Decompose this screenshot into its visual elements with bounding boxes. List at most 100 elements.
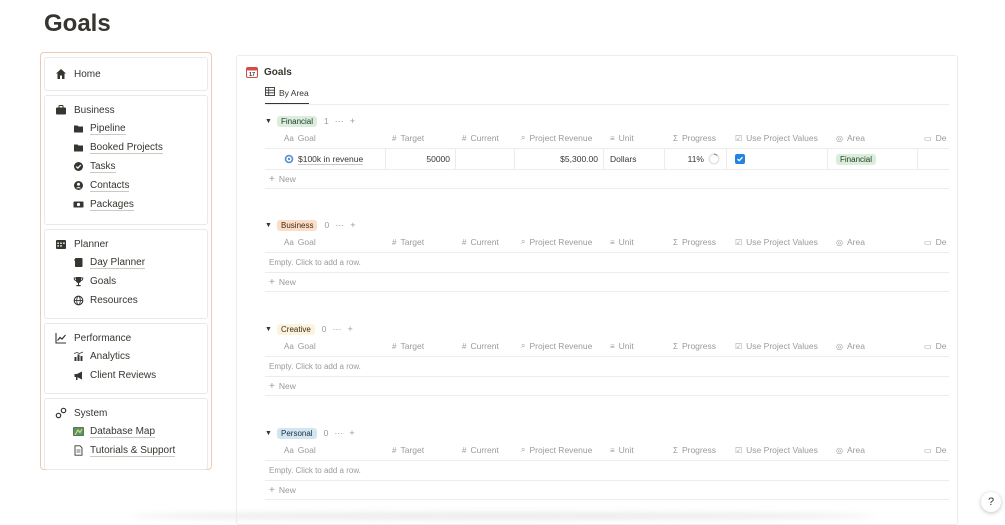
sidebar-item-system[interactable]: System bbox=[55, 405, 197, 421]
column-header-date[interactable]: ▭ De bbox=[918, 440, 957, 460]
column-header-area[interactable]: ◎ Area bbox=[828, 440, 918, 460]
column-header-use[interactable]: ☑ Use Project Values bbox=[727, 232, 828, 252]
column-header-revenue[interactable]: ⌕ Project Revenue bbox=[515, 440, 604, 460]
column-header-unit[interactable]: ≡ Unit bbox=[604, 440, 665, 460]
column-header-label: Target bbox=[400, 445, 425, 455]
cell-area[interactable]: Financial bbox=[828, 149, 918, 169]
toggle-triangle-icon[interactable]: ▼ bbox=[265, 430, 275, 437]
sidebar-item-contacts[interactable]: Contacts bbox=[55, 176, 197, 195]
column-header-unit[interactable]: ≡ Unit bbox=[604, 232, 665, 252]
toggle-triangle-icon[interactable]: ▼ bbox=[265, 222, 275, 229]
empty-placeholder[interactable]: Empty. Click to add a row. bbox=[265, 357, 949, 377]
sidebar-section-planner: Planner Day Planner Goals Resources bbox=[44, 229, 208, 319]
column-header-current[interactable]: # Current bbox=[456, 232, 515, 252]
column-type-icon: Aa bbox=[284, 341, 294, 351]
column-header-target[interactable]: # Target bbox=[386, 232, 456, 252]
more-icon[interactable]: ··· bbox=[335, 220, 344, 230]
new-row-button[interactable]: + New bbox=[265, 377, 949, 396]
column-header-current[interactable]: # Current bbox=[456, 128, 515, 148]
column-type-icon: ⌕ bbox=[521, 237, 526, 246]
column-header-progress[interactable]: Σ Progress bbox=[665, 336, 727, 356]
column-header-date[interactable]: ▭ De bbox=[918, 128, 957, 148]
cell-date[interactable] bbox=[918, 149, 957, 169]
column-header-target[interactable]: # Target bbox=[386, 336, 456, 356]
new-row-button[interactable]: + New bbox=[265, 170, 949, 189]
cell-use-project-values[interactable] bbox=[727, 149, 828, 169]
column-header-use[interactable]: ☑ Use Project Values bbox=[727, 128, 828, 148]
empty-placeholder[interactable]: Empty. Click to add a row. bbox=[265, 461, 949, 481]
sidebar-item-tutorials[interactable]: Tutorials & Support bbox=[55, 441, 197, 460]
more-icon[interactable]: ··· bbox=[333, 324, 342, 334]
column-header-current[interactable]: # Current bbox=[456, 440, 515, 460]
toggle-triangle-icon[interactable]: ▼ bbox=[265, 118, 275, 125]
table-icon bbox=[265, 87, 275, 98]
column-header-use[interactable]: ☑ Use Project Values bbox=[727, 336, 828, 356]
cell-current[interactable] bbox=[456, 149, 515, 169]
column-header-revenue[interactable]: ⌕ Project Revenue bbox=[515, 128, 604, 148]
column-header-label: De bbox=[935, 237, 947, 247]
column-header-current[interactable]: # Current bbox=[456, 336, 515, 356]
column-header-revenue[interactable]: ⌕ Project Revenue bbox=[515, 336, 604, 356]
toggle-triangle-icon[interactable]: ▼ bbox=[265, 326, 275, 333]
cell-project-revenue[interactable]: $5,300.00 bbox=[515, 149, 604, 169]
new-row-button[interactable]: + New bbox=[265, 273, 949, 292]
sidebar-item-label: Client Reviews bbox=[90, 370, 157, 381]
add-icon[interactable]: + bbox=[349, 428, 354, 438]
sidebar-item-analytics[interactable]: Analytics bbox=[55, 347, 197, 366]
column-header-label: Area bbox=[846, 445, 865, 455]
column-header-progress[interactable]: Σ Progress bbox=[665, 440, 727, 460]
database-title-text: Goals bbox=[264, 66, 292, 78]
add-icon[interactable]: + bbox=[350, 220, 355, 230]
tab-by-area[interactable]: By Area bbox=[265, 87, 309, 104]
table-row[interactable]: $100k in revenue 50000 $5,300.00 Dollars 11%… bbox=[265, 149, 949, 170]
sidebar-item-packages[interactable]: Packages bbox=[55, 195, 197, 214]
sidebar-item-home[interactable]: Home bbox=[55, 66, 101, 82]
megaphone-icon bbox=[73, 370, 84, 381]
cell-unit[interactable]: Dollars bbox=[604, 149, 665, 169]
column-header-date[interactable]: ▭ De bbox=[918, 336, 957, 356]
column-header-label: Area bbox=[846, 341, 865, 351]
add-icon[interactable]: + bbox=[350, 116, 355, 126]
user-circle-icon bbox=[73, 180, 84, 191]
column-header-target[interactable]: # Target bbox=[386, 440, 456, 460]
empty-placeholder[interactable]: Empty. Click to add a row. bbox=[265, 253, 949, 273]
sidebar-item-database-map[interactable]: Database Map bbox=[55, 422, 197, 441]
column-header-use[interactable]: ☑ Use Project Values bbox=[727, 440, 828, 460]
column-header-date[interactable]: ▭ De bbox=[918, 232, 957, 252]
sidebar-item-planner[interactable]: Planner bbox=[55, 236, 197, 252]
database-title[interactable]: 17 Goals bbox=[246, 66, 292, 78]
cell-goal[interactable]: $100k in revenue bbox=[265, 149, 386, 169]
column-header-progress[interactable]: Σ Progress bbox=[665, 232, 727, 252]
more-icon[interactable]: ··· bbox=[334, 428, 343, 438]
cell-target[interactable]: 50000 bbox=[386, 149, 456, 169]
column-header-area[interactable]: ◎ Area bbox=[828, 232, 918, 252]
cell-progress[interactable]: 11% bbox=[665, 149, 727, 169]
sidebar-item-pipeline[interactable]: Pipeline bbox=[55, 119, 197, 138]
sidebar-item-tasks[interactable]: Tasks bbox=[55, 157, 197, 176]
column-header-label: Project Revenue bbox=[529, 341, 593, 351]
column-header-goal[interactable]: Aa Goal bbox=[265, 232, 386, 252]
column-header-goal[interactable]: Aa Goal bbox=[265, 336, 386, 356]
column-header-revenue[interactable]: ⌕ Project Revenue bbox=[515, 232, 604, 252]
checkbox-checked-icon[interactable] bbox=[735, 154, 745, 164]
column-header-target[interactable]: # Target bbox=[386, 128, 456, 148]
sidebar-item-booked-projects[interactable]: Booked Projects bbox=[55, 138, 197, 157]
column-header-goal[interactable]: Aa Goal bbox=[265, 128, 386, 148]
sidebar-item-client-reviews[interactable]: Client Reviews bbox=[55, 366, 197, 385]
new-row-button[interactable]: + New bbox=[265, 481, 949, 500]
add-icon[interactable]: + bbox=[348, 324, 353, 334]
column-header-progress[interactable]: Σ Progress bbox=[665, 128, 727, 148]
sidebar-item-goals[interactable]: Goals bbox=[55, 272, 197, 291]
more-icon[interactable]: ··· bbox=[335, 116, 344, 126]
column-header-area[interactable]: ◎ Area bbox=[828, 128, 918, 148]
sidebar-item-business[interactable]: Business bbox=[55, 102, 197, 118]
sidebar-item-day-planner[interactable]: Day Planner bbox=[55, 253, 197, 272]
column-header-unit[interactable]: ≡ Unit bbox=[604, 336, 665, 356]
column-type-icon: ◎ bbox=[836, 445, 843, 455]
sidebar-item-performance[interactable]: Performance bbox=[55, 330, 197, 346]
column-header-area[interactable]: ◎ Area bbox=[828, 336, 918, 356]
column-header-unit[interactable]: ≡ Unit bbox=[604, 128, 665, 148]
column-header-goal[interactable]: Aa Goal bbox=[265, 440, 386, 460]
help-button[interactable]: ? bbox=[981, 492, 1001, 512]
sidebar-item-resources[interactable]: Resources bbox=[55, 291, 197, 310]
